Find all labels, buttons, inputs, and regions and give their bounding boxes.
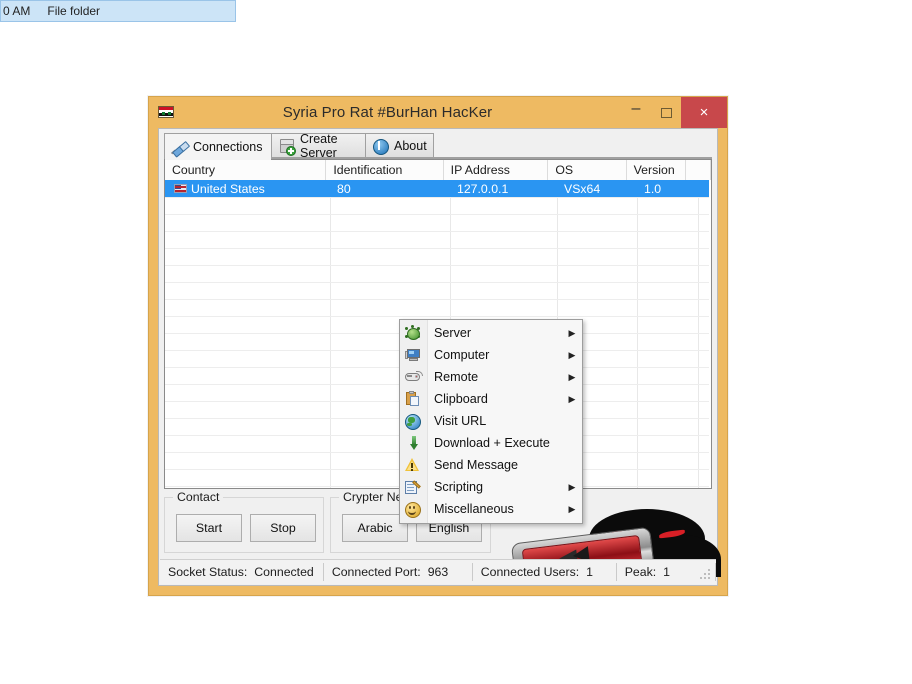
smiley-icon: [400, 498, 427, 520]
chevron-right-icon: ▶: [565, 328, 579, 339]
status-connected-port-value: 963: [428, 565, 449, 579]
context-menu-item-computer-label: Computer: [434, 348, 565, 362]
status-connected-port-label: Connected Port:: [332, 565, 421, 579]
status-socket-status-value: Connected: [254, 565, 313, 579]
column-header-spacer: [686, 160, 711, 180]
warning-icon: [400, 454, 427, 476]
info-icon: [372, 138, 389, 154]
status-socket-status: Socket Status: Connected: [160, 563, 324, 581]
status-connected-users: Connected Users: 1: [473, 563, 617, 581]
maximize-icon: [661, 108, 672, 118]
column-header-identification[interactable]: Identification: [326, 160, 443, 180]
app-window: Syria Pro Rat #BurHan HacKer – × Connect…: [148, 96, 728, 596]
status-connected-users-value: 1: [586, 565, 593, 579]
column-header-version[interactable]: Version: [627, 160, 687, 180]
column-header-os[interactable]: OS: [548, 160, 626, 180]
tab-connections-label: Connections: [193, 140, 263, 154]
context-menu-item-miscellaneous[interactable]: Miscellaneous ▶: [400, 498, 582, 520]
minimize-button[interactable]: –: [621, 97, 651, 128]
script-edit-icon: [400, 476, 427, 498]
status-peak-value: 1: [663, 565, 670, 579]
cell-ip-address: 127.0.0.1: [450, 180, 557, 197]
explorer-row-time: 0 AM: [3, 4, 30, 18]
chevron-right-icon: ▶: [565, 350, 579, 361]
status-connected-users-label: Connected Users:: [481, 565, 579, 579]
download-arrow-icon: [400, 432, 427, 454]
listview-header: Country Identification IP Address OS Ver…: [165, 160, 711, 181]
status-bar: Socket Status: Connected Connected Port:…: [160, 559, 716, 584]
syria-flag-icon: [158, 106, 174, 118]
globe-icon: [400, 410, 427, 432]
context-menu-item-scripting[interactable]: Scripting ▶: [400, 476, 582, 498]
explorer-list-row[interactable]: 0 AM File folder: [0, 0, 236, 22]
context-menu-item-server[interactable]: Server ▶: [400, 322, 582, 344]
context-menu-item-computer[interactable]: Computer ▶: [400, 344, 582, 366]
window-title: Syria Pro Rat #BurHan HacKer: [154, 104, 621, 121]
context-menu-item-visit-url[interactable]: Visit URL: [400, 410, 582, 432]
start-button[interactable]: Start: [176, 514, 242, 542]
context-menu-item-scripting-label: Scripting: [434, 480, 565, 494]
green-bug-icon: [400, 322, 427, 344]
contact-groupbox: Contact Start Stop: [164, 497, 324, 553]
explorer-row-kind: File folder: [47, 4, 100, 18]
cell-version: 1.0: [637, 180, 698, 197]
context-menu[interactable]: Server ▶ Computer ▶ Remote ▶: [399, 319, 583, 524]
chevron-right-icon: ▶: [565, 394, 579, 405]
column-header-country[interactable]: Country: [165, 160, 326, 180]
cell-country: United States: [165, 180, 330, 197]
context-menu-item-server-label: Server: [434, 326, 565, 340]
close-button[interactable]: ×: [681, 97, 727, 128]
title-bar[interactable]: Syria Pro Rat #BurHan HacKer – ×: [149, 97, 727, 128]
chevron-right-icon: ▶: [565, 504, 579, 515]
contact-groupbox-title: Contact: [173, 490, 223, 504]
cell-identification: 80: [330, 180, 450, 197]
status-connected-port: Connected Port: 963: [324, 563, 473, 581]
us-flag-icon: [174, 184, 187, 193]
context-menu-item-remote[interactable]: Remote ▶: [400, 366, 582, 388]
cell-country-label: United States: [191, 182, 265, 196]
column-header-ip-address[interactable]: IP Address: [444, 160, 549, 180]
tab-strip: Connections Create Server About: [164, 133, 712, 159]
tab-about[interactable]: About: [365, 133, 434, 158]
resize-grip-icon[interactable]: [700, 569, 711, 580]
window-controls: – ×: [621, 97, 727, 128]
tab-connections[interactable]: Connections: [164, 133, 272, 159]
table-row[interactable]: United States 80 127.0.0.1 VSx64 1.0: [165, 180, 711, 197]
context-menu-item-remote-label: Remote: [434, 370, 565, 384]
context-menu-item-download-execute[interactable]: Download + Execute: [400, 432, 582, 454]
tab-about-label: About: [394, 139, 427, 153]
clipboard-icon: [400, 388, 427, 410]
context-menu-item-download-execute-label: Download + Execute: [434, 436, 565, 450]
client-area: Connections Create Server About: [158, 128, 718, 586]
context-menu-item-send-message[interactable]: Send Message: [400, 454, 582, 476]
context-menu-item-miscellaneous-label: Miscellaneous: [434, 502, 565, 516]
plug-icon: [171, 139, 188, 155]
context-menu-item-clipboard-label: Clipboard: [434, 392, 565, 406]
window-frame: Syria Pro Rat #BurHan HacKer – × Connect…: [149, 97, 727, 595]
gamepad-icon: [400, 366, 427, 388]
context-menu-item-send-message-label: Send Message: [434, 458, 565, 472]
maximize-button[interactable]: [651, 97, 681, 128]
status-socket-status-label: Socket Status:: [168, 565, 247, 579]
stop-button[interactable]: Stop: [250, 514, 316, 542]
monitor-icon: [400, 344, 427, 366]
chevron-right-icon: ▶: [565, 372, 579, 383]
cell-os: VSx64: [557, 180, 637, 197]
chevron-right-icon: ▶: [565, 482, 579, 493]
status-peak-label: Peak:: [625, 565, 656, 579]
tab-create-server[interactable]: Create Server: [271, 133, 366, 158]
package-add-icon: [278, 138, 295, 154]
context-menu-item-visit-url-label: Visit URL: [434, 414, 565, 428]
context-menu-item-clipboard[interactable]: Clipboard ▶: [400, 388, 582, 410]
tab-create-server-label: Create Server: [300, 132, 356, 160]
